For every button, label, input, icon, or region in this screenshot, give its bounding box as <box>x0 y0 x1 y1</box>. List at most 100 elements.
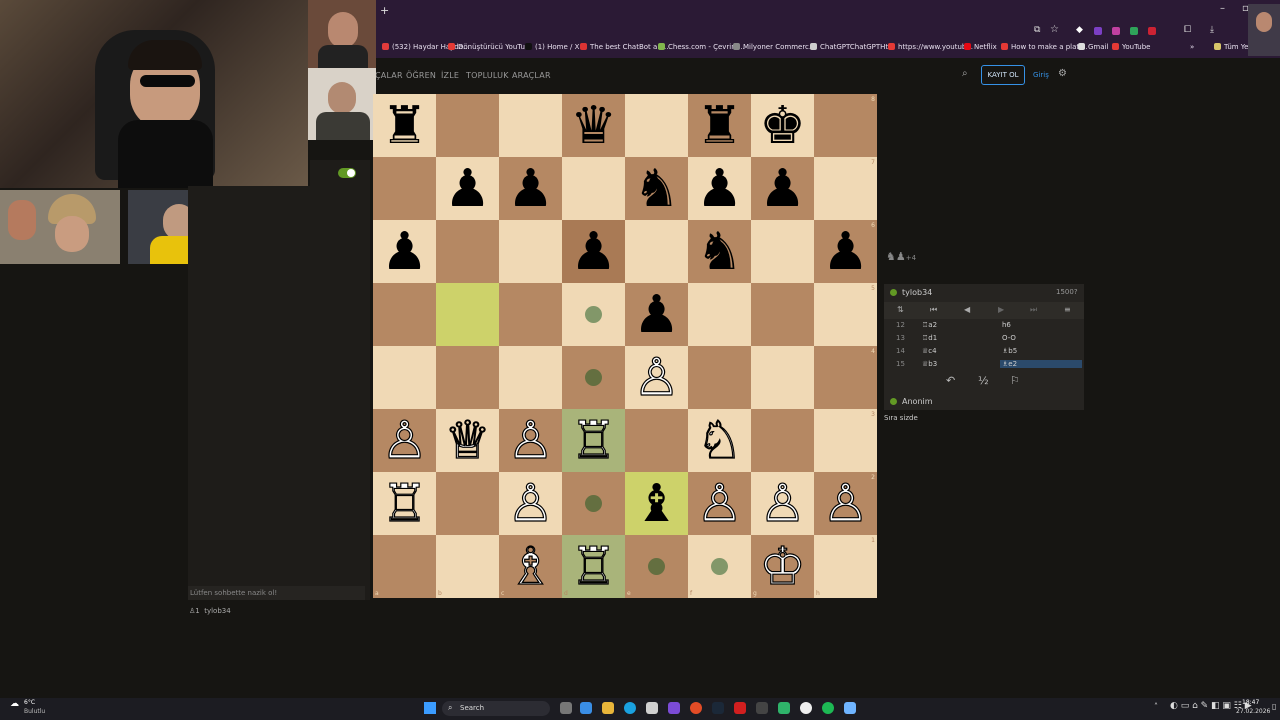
extension-icon[interactable]: ◆ <box>1076 25 1083 35</box>
square-f3[interactable]: ♘ <box>688 409 751 472</box>
square-d4[interactable] <box>562 346 625 409</box>
square-a6[interactable]: ♟ <box>373 220 436 283</box>
white-piece[interactable]: ♖ <box>381 477 429 530</box>
bookmark-item[interactable]: Gmail <box>1078 43 1108 51</box>
bookmark-item[interactable]: Netflix <box>964 43 997 51</box>
square-d8[interactable]: ♛ <box>562 94 625 157</box>
square-f1[interactable]: f <box>688 535 751 598</box>
move-black[interactable]: ♗b5 <box>1002 347 1017 355</box>
square-c8[interactable] <box>499 94 562 157</box>
legal-move-dot[interactable] <box>711 558 728 575</box>
square-b3[interactable]: ♕ <box>436 409 499 472</box>
move-black[interactable]: h6 <box>1002 321 1011 329</box>
last-move-icon[interactable]: ⏭ <box>1030 305 1037 315</box>
square-g4[interactable] <box>751 346 814 409</box>
black-piece[interactable]: ♟ <box>633 289 680 341</box>
square-b1[interactable]: b <box>436 535 499 598</box>
move-white[interactable]: ♕c4 <box>922 347 937 355</box>
white-piece[interactable]: ♙ <box>822 477 870 530</box>
square-g3[interactable] <box>751 409 814 472</box>
chat-input[interactable]: Lütfen sohbette nazik ol! <box>188 586 365 600</box>
square-c6[interactable] <box>499 220 562 283</box>
square-c3[interactable]: ♙ <box>499 409 562 472</box>
bookmark-item[interactable]: Dönüştürücü YouTu... <box>448 43 532 51</box>
square-d6[interactable]: ♟ <box>562 220 625 283</box>
black-piece[interactable]: ♟ <box>444 163 491 215</box>
star-icon[interactable]: ☆ <box>1050 24 1059 35</box>
bookmark-item[interactable]: Milyoner Commerc... <box>733 43 816 51</box>
square-e8[interactable] <box>625 94 688 157</box>
tray-chevron-icon[interactable]: ˄ <box>1154 702 1158 711</box>
black-piece[interactable]: ♞ <box>633 163 680 215</box>
black-piece[interactable]: ♟ <box>696 163 743 215</box>
gear-icon[interactable]: ⚙ <box>1058 68 1067 79</box>
square-a4[interactable] <box>373 346 436 409</box>
first-move-icon[interactable]: ⏮ <box>930 305 937 315</box>
nav-learn[interactable]: ÖĞREN <box>406 71 436 80</box>
white-piece[interactable]: ♖ <box>570 540 618 593</box>
task-view-icon[interactable] <box>560 702 572 714</box>
square-h7[interactable]: 7 <box>814 157 877 220</box>
chrome-icon[interactable] <box>690 702 702 714</box>
white-piece[interactable]: ♘ <box>696 414 744 467</box>
login-link[interactable]: Giriş <box>1033 71 1049 79</box>
minimize-icon[interactable]: – <box>1220 3 1225 14</box>
move-white[interactable]: ♖d1 <box>922 334 937 342</box>
signup-button[interactable]: KAYIT OL <box>981 65 1025 85</box>
extension-icon[interactable] <box>1094 27 1102 35</box>
square-a1[interactable]: a <box>373 535 436 598</box>
app-icon[interactable] <box>756 702 768 714</box>
black-piece[interactable]: ♛ <box>570 100 617 152</box>
bookmark-item[interactable]: https://www.youtub... <box>888 43 973 51</box>
square-d1[interactable]: ♖ d <box>562 535 625 598</box>
white-piece[interactable]: ♙ <box>507 477 555 530</box>
menu-icon[interactable]: ≡ <box>1064 305 1071 314</box>
square-g2[interactable]: ♙ <box>751 472 814 535</box>
square-h5[interactable]: 5 <box>814 283 877 346</box>
bookmark-folder[interactable]: Tüm Yer <box>1214 43 1251 51</box>
windows-start-icon[interactable] <box>424 702 436 714</box>
square-h3[interactable]: 3 <box>814 409 877 472</box>
square-c2[interactable]: ♙ <box>499 472 562 535</box>
chat-toggle[interactable] <box>338 168 356 178</box>
square-f4[interactable] <box>688 346 751 409</box>
square-c5[interactable] <box>499 283 562 346</box>
black-piece[interactable]: ♜ <box>696 100 743 152</box>
app-icon[interactable] <box>844 702 856 714</box>
square-a7[interactable] <box>373 157 436 220</box>
nav-watch[interactable]: İZLE <box>441 71 459 80</box>
square-g5[interactable] <box>751 283 814 346</box>
square-a8[interactable]: ♜ <box>373 94 436 157</box>
square-a5[interactable] <box>373 283 436 346</box>
square-h8[interactable]: 8 <box>814 94 877 157</box>
square-h4[interactable]: 4 <box>814 346 877 409</box>
bookmark-item[interactable]: (1) Home / X <box>525 43 579 51</box>
white-piece[interactable]: ♕ <box>444 414 492 467</box>
next-move-icon[interactable]: ▶ <box>998 305 1004 314</box>
bookmark-item[interactable]: YouTube <box>1112 43 1150 51</box>
square-e4[interactable]: ♙ <box>625 346 688 409</box>
square-e5[interactable]: ♟ <box>625 283 688 346</box>
widgets-icon[interactable] <box>580 702 592 714</box>
square-e3[interactable] <box>625 409 688 472</box>
move-black[interactable]: ♗e2 <box>1000 360 1082 368</box>
obs-icon[interactable] <box>800 702 812 714</box>
square-c1[interactable]: ♗ c <box>499 535 562 598</box>
bookmark-item[interactable]: How to make a platf... <box>1001 43 1088 51</box>
square-h1[interactable]: 1h <box>814 535 877 598</box>
weather-icon[interactable]: ☁ <box>10 699 19 709</box>
square-g6[interactable] <box>751 220 814 283</box>
square-f5[interactable] <box>688 283 751 346</box>
discord-icon[interactable] <box>668 702 680 714</box>
prev-move-icon[interactable]: ◀ <box>964 305 970 314</box>
black-piece[interactable]: ♜ <box>381 100 428 152</box>
square-d2[interactable] <box>562 472 625 535</box>
nav-tools[interactable]: ARAÇLAR <box>512 71 551 80</box>
black-piece[interactable]: ♚ <box>759 100 806 152</box>
bookmark-item[interactable]: ChatGPTChatGPTHt... <box>810 43 895 51</box>
square-e2[interactable]: ♝ <box>625 472 688 535</box>
square-e1[interactable]: e <box>625 535 688 598</box>
nav-community[interactable]: TOPLULUK <box>466 71 509 80</box>
black-piece[interactable]: ♟ <box>381 226 428 278</box>
square-d7[interactable] <box>562 157 625 220</box>
